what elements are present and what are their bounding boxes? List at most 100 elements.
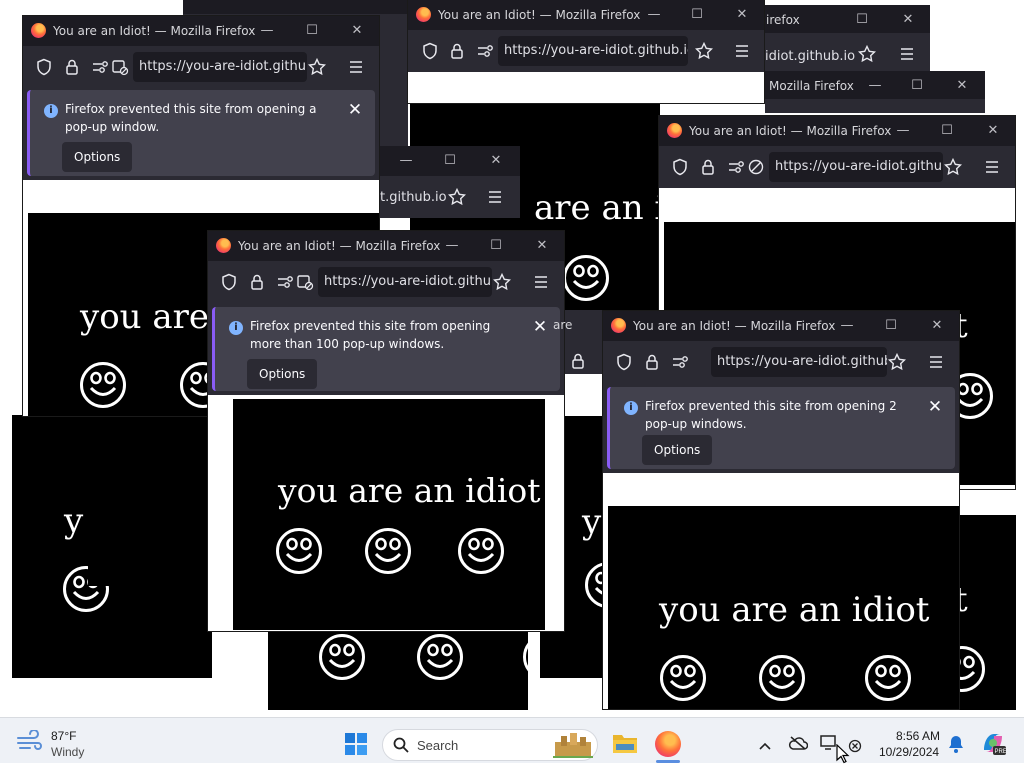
url-fragment[interactable]: idiot.github.io xyxy=(765,49,855,64)
menu-icon[interactable] xyxy=(486,188,504,206)
close-notification-icon[interactable]: ✕ xyxy=(925,397,945,417)
maximize-icon[interactable]: ☐ xyxy=(302,21,322,41)
blocked-popup-icon[interactable] xyxy=(747,158,765,176)
url-bar[interactable]: https://you-are-idiot.github.io/ xyxy=(133,52,307,82)
title-bar[interactable]: You are an Idiot! — Mozilla Firefox — ☐ … xyxy=(408,0,764,30)
background-window-toolbar xyxy=(765,99,985,113)
idiot-text: t xyxy=(960,580,968,620)
weather-temperature[interactable]: 87°F xyxy=(51,729,76,743)
close-icon[interactable]: ✕ xyxy=(927,316,947,336)
window-title: You are an Idiot! — Mozilla Firefox xyxy=(689,124,892,138)
close-icon[interactable]: ✕ xyxy=(898,10,918,30)
url-fragment[interactable]: t.github.io xyxy=(380,190,447,205)
shield-icon[interactable] xyxy=(421,42,439,60)
shield-icon[interactable] xyxy=(35,58,53,76)
title-bar[interactable]: You are an Idiot! — Mozilla Firefox — ☐ … xyxy=(208,231,564,261)
clock-time[interactable]: 8:56 AM xyxy=(896,729,940,743)
close-icon[interactable]: ✕ xyxy=(732,5,752,25)
maximize-icon[interactable]: ☐ xyxy=(440,151,460,171)
browser-window[interactable]: You are an Idiot! — Mozilla Firefox — ☐ … xyxy=(207,230,565,632)
url-bar[interactable]: https://you-are-idiot.github.io/ xyxy=(769,152,943,182)
browser-window[interactable]: You are an Idiot! — Mozilla Firefox — ☐ … xyxy=(602,310,960,710)
minimize-icon[interactable]: — xyxy=(442,236,462,256)
menu-icon[interactable] xyxy=(983,158,1001,176)
close-notification-icon[interactable]: ✕ xyxy=(530,317,550,337)
menu-icon[interactable] xyxy=(898,45,916,63)
close-notification-icon[interactable]: ✕ xyxy=(345,100,365,120)
url-bar[interactable]: https://you-are-idiot.github.io/ xyxy=(711,347,887,377)
lock-icon[interactable] xyxy=(699,158,717,176)
maximize-icon[interactable]: ☐ xyxy=(907,76,927,96)
maximize-icon[interactable]: ☐ xyxy=(881,316,901,336)
permissions-icon[interactable] xyxy=(91,58,109,76)
title-bar[interactable]: You are an Idiot! — Mozilla Firefox — ☐ … xyxy=(659,116,1015,146)
close-icon[interactable]: ✕ xyxy=(486,151,506,171)
options-button[interactable]: Options xyxy=(62,142,133,172)
info-icon: i xyxy=(624,401,638,415)
volume-muted-icon[interactable] xyxy=(848,738,862,757)
browser-window[interactable]: You are an Idiot! — Mozilla Firefox — ☐ … xyxy=(407,0,765,104)
lock-icon[interactable] xyxy=(63,58,81,76)
maximize-icon[interactable]: ☐ xyxy=(852,10,872,30)
file-explorer-icon[interactable] xyxy=(612,732,638,758)
shield-icon[interactable] xyxy=(220,273,238,291)
star-icon[interactable] xyxy=(307,57,327,76)
title-bar[interactable]: You are an Idiot! — Mozilla Firefox — ☐ … xyxy=(23,16,379,46)
close-icon[interactable]: ✕ xyxy=(347,21,367,41)
close-icon[interactable]: ✕ xyxy=(983,121,1003,141)
onedrive-icon[interactable] xyxy=(788,735,809,754)
permissions-icon[interactable] xyxy=(727,158,745,176)
weather-icon[interactable] xyxy=(16,729,44,752)
shield-icon[interactable] xyxy=(615,353,633,371)
star-icon[interactable] xyxy=(492,272,512,291)
maximize-icon[interactable]: ☐ xyxy=(687,5,707,25)
search-box[interactable]: Search xyxy=(382,729,598,761)
close-icon[interactable]: ✕ xyxy=(532,236,552,256)
options-button[interactable]: Options xyxy=(247,359,318,389)
minimize-icon[interactable]: — xyxy=(644,5,664,25)
star-icon[interactable] xyxy=(943,157,963,176)
menu-icon[interactable] xyxy=(347,58,365,76)
menu-icon[interactable] xyxy=(733,42,751,60)
options-button[interactable]: Options xyxy=(642,435,713,465)
title-bar[interactable]: You are an Idiot! — Mozilla Firefox — ☐ … xyxy=(603,311,959,341)
weather-condition[interactable]: Windy xyxy=(51,745,84,759)
star-icon[interactable] xyxy=(694,41,714,60)
firefox-icon[interactable] xyxy=(655,731,681,757)
url-bar[interactable]: https://you-are-idiot.github.io/ xyxy=(498,36,688,66)
menu-icon[interactable] xyxy=(532,273,550,291)
blocked-popup-icon[interactable] xyxy=(296,273,314,291)
minimize-icon[interactable]: — xyxy=(837,316,857,336)
lock-icon[interactable] xyxy=(248,273,266,291)
bell-icon[interactable] xyxy=(948,735,964,757)
permissions-icon[interactable] xyxy=(476,42,494,60)
shield-icon[interactable] xyxy=(671,158,689,176)
star-icon[interactable] xyxy=(857,44,877,63)
close-icon[interactable]: ✕ xyxy=(952,76,972,96)
idiot-text: you are an idiot xyxy=(659,590,930,630)
minimize-icon[interactable]: — xyxy=(396,151,416,171)
start-icon[interactable] xyxy=(344,732,368,756)
lock-icon[interactable] xyxy=(569,352,587,370)
url-text: https://you-are-idiot.github.io/ xyxy=(504,43,688,58)
lock-icon[interactable] xyxy=(643,353,661,371)
notification-message: Firefox prevented this site from opening… xyxy=(250,319,491,351)
lock-icon[interactable] xyxy=(448,42,466,60)
star-icon[interactable] xyxy=(887,352,907,371)
blocked-popup-icon[interactable] xyxy=(111,58,129,76)
maximize-icon[interactable]: ☐ xyxy=(937,121,957,141)
permissions-icon[interactable] xyxy=(671,353,689,371)
clock-date[interactable]: 10/29/2024 xyxy=(879,745,939,759)
chevron-up-icon[interactable] xyxy=(758,736,772,755)
url-bar[interactable]: https://you-are-idiot.github.io/ xyxy=(318,267,492,297)
minimize-icon[interactable]: — xyxy=(893,121,913,141)
menu-icon[interactable] xyxy=(927,353,945,371)
copilot-icon[interactable]: PRE xyxy=(980,730,1007,760)
star-icon[interactable] xyxy=(447,187,467,206)
smiley-face-icon xyxy=(563,255,609,301)
permissions-icon[interactable] xyxy=(276,273,294,291)
minimize-icon[interactable]: — xyxy=(257,21,277,41)
minimize-icon[interactable]: — xyxy=(865,76,885,96)
maximize-icon[interactable]: ☐ xyxy=(486,236,506,256)
window-title: You are an Idiot! — Mozilla Firefox xyxy=(438,8,641,22)
